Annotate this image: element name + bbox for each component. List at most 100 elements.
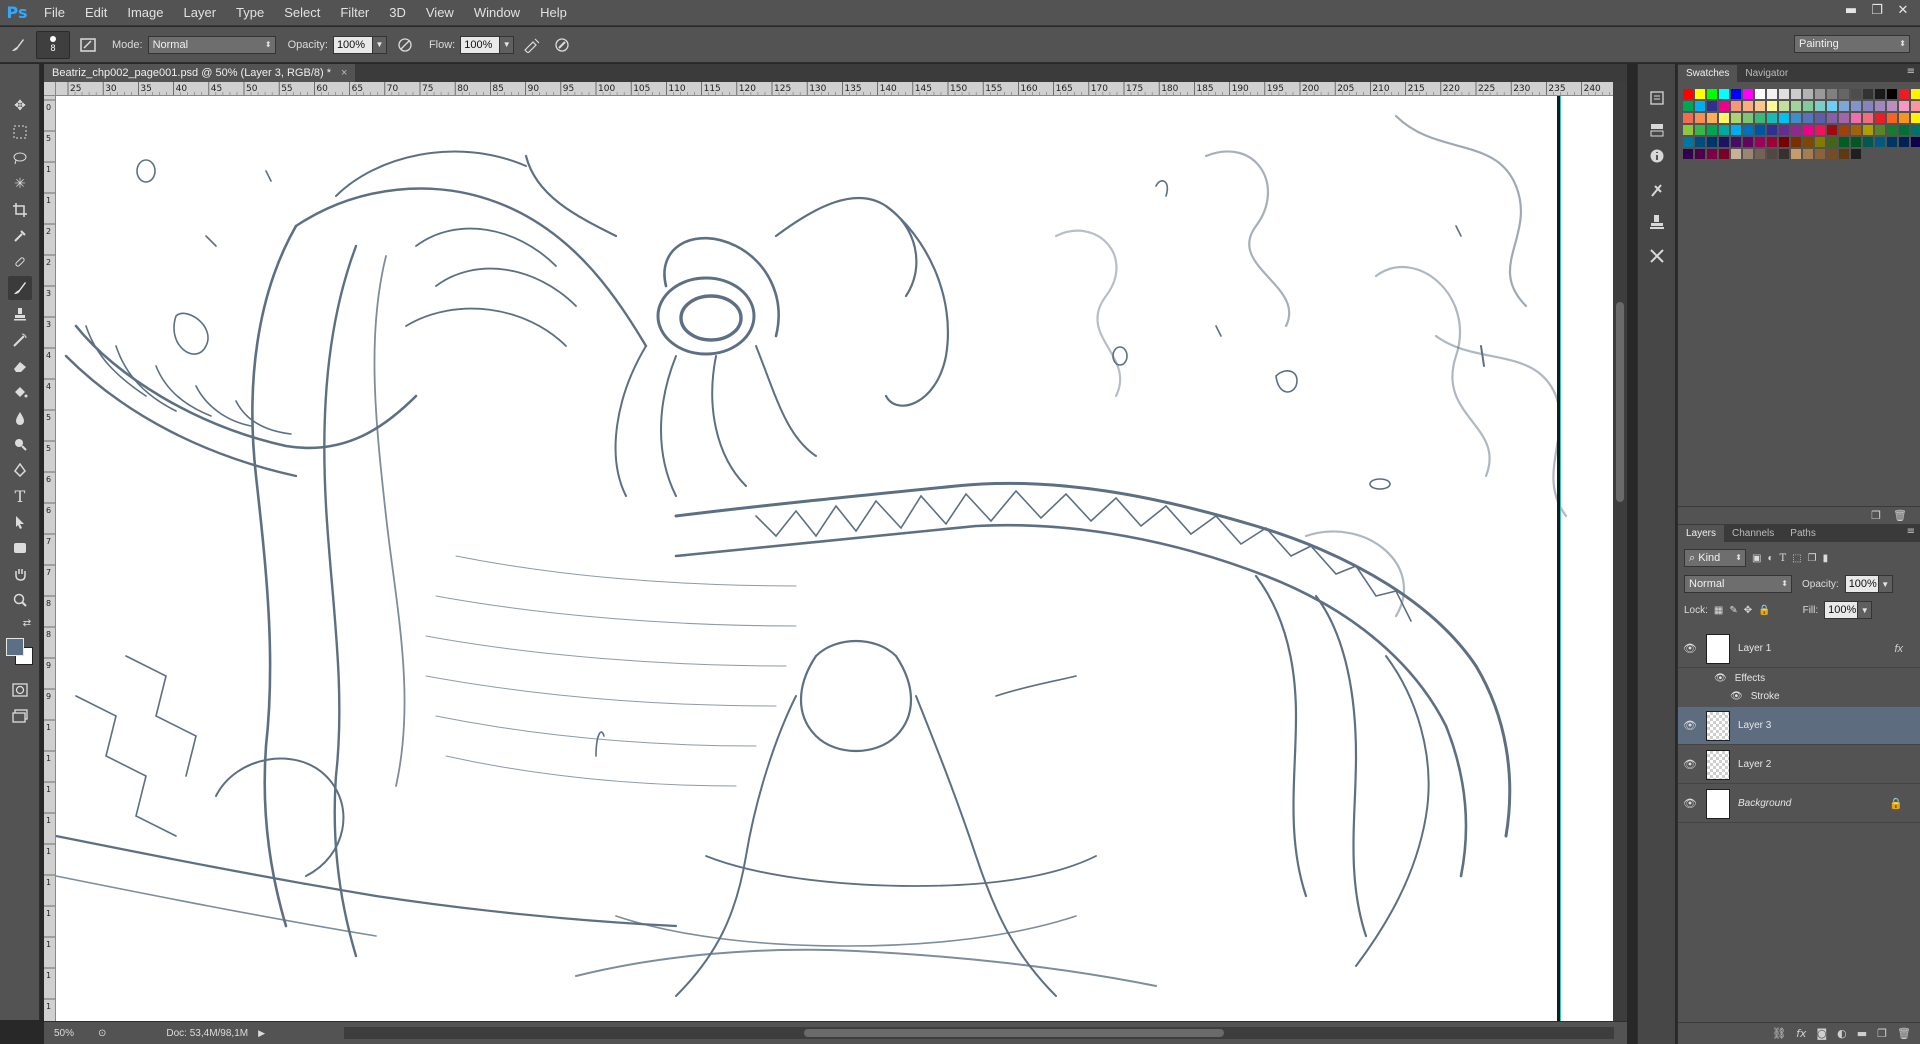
color-swatch[interactable]: [1719, 89, 1729, 99]
color-swatch[interactable]: [1803, 125, 1813, 135]
color-swatch[interactable]: [1803, 149, 1813, 159]
vertical-scroll-thumb[interactable]: [1616, 302, 1624, 502]
color-swatch[interactable]: [1899, 125, 1909, 135]
delete-layer-icon[interactable]: 🗑: [1897, 1027, 1911, 1040]
lock-all-icon[interactable]: 🔒: [1758, 605, 1770, 616]
color-swatch[interactable]: [1899, 101, 1909, 111]
horizontal-scroll-thumb[interactable]: [804, 1029, 1224, 1037]
clone-stamp-tool-icon[interactable]: [8, 302, 32, 326]
new-group-icon[interactable]: ▬: [1857, 1027, 1867, 1040]
color-swatch[interactable]: [1899, 137, 1909, 147]
color-swatch[interactable]: [1707, 101, 1717, 111]
delete-swatch-icon[interactable]: 🗑: [1893, 509, 1907, 522]
path-selection-tool-icon[interactable]: [8, 510, 32, 534]
brush-size-picker[interactable]: 8: [36, 30, 70, 59]
layer-fill-input[interactable]: 100%: [1824, 601, 1859, 619]
menu-layer[interactable]: Layer: [174, 0, 227, 26]
color-swatch[interactable]: [1743, 125, 1753, 135]
layer-filter-kind-select[interactable]: ⌕ Kind ⬍: [1684, 549, 1746, 567]
crop-tool-icon[interactable]: [8, 198, 32, 222]
color-swatch[interactable]: [1803, 101, 1813, 111]
color-swatch[interactable]: [1827, 125, 1837, 135]
eye-visibility-icon[interactable]: 👁: [1678, 797, 1702, 810]
color-swatch[interactable]: [1815, 113, 1825, 123]
eye-visibility-icon[interactable]: 👁: [1678, 758, 1702, 771]
color-swatch[interactable]: [1767, 149, 1777, 159]
color-swatch[interactable]: [1875, 89, 1885, 99]
lock-position-icon[interactable]: ✥: [1744, 605, 1752, 616]
color-swatch[interactable]: [1839, 101, 1849, 111]
workspace-select[interactable]: Painting ⬍: [1794, 35, 1910, 53]
panel-menu-icon[interactable]: ≡: [1907, 66, 1915, 77]
color-swatch[interactable]: [1863, 125, 1873, 135]
filter-smart-object-icon[interactable]: ❐: [1808, 553, 1817, 564]
color-swatch[interactable]: [1731, 125, 1741, 135]
dodge-tool-icon[interactable]: [8, 432, 32, 456]
color-swatch[interactable]: [1731, 149, 1741, 159]
color-swatch[interactable]: [1839, 113, 1849, 123]
color-swatch[interactable]: [1695, 137, 1705, 147]
color-swatch[interactable]: [1839, 125, 1849, 135]
tab-channels[interactable]: Channels: [1724, 525, 1782, 542]
color-swatch[interactable]: [1731, 101, 1741, 111]
color-swatch[interactable]: [1791, 101, 1801, 111]
color-swatch[interactable]: [1851, 125, 1861, 135]
color-swatch[interactable]: [1731, 113, 1741, 123]
color-swatch[interactable]: [1743, 149, 1753, 159]
healing-brush-tool-icon[interactable]: [8, 250, 32, 274]
pen-tool-icon[interactable]: [8, 458, 32, 482]
layer-opacity-dropdown-icon[interactable]: ▼: [1878, 575, 1893, 593]
pressure-size-icon[interactable]: [550, 33, 574, 57]
color-swatch[interactable]: [1731, 89, 1741, 99]
brush-tool-icon[interactable]: [8, 276, 32, 300]
color-swatch[interactable]: [1683, 113, 1693, 123]
paint-bucket-tool-icon[interactable]: [8, 380, 32, 404]
stroke-effect-row[interactable]: 👁 Stroke: [1678, 687, 1920, 705]
opacity-dropdown-icon[interactable]: ▼: [372, 35, 387, 54]
flow-input[interactable]: 100%: [460, 35, 501, 54]
color-swatch[interactable]: [1875, 137, 1885, 147]
color-swatch[interactable]: [1755, 101, 1765, 111]
color-swatch[interactable]: [1743, 137, 1753, 147]
color-swatch[interactable]: [1707, 89, 1717, 99]
color-swatch[interactable]: [1815, 137, 1825, 147]
color-swatch[interactable]: [1887, 125, 1897, 135]
lock-transparency-icon[interactable]: ▦: [1714, 605, 1723, 616]
color-swatch[interactable]: [1899, 113, 1909, 123]
color-swatch[interactable]: [1887, 113, 1897, 123]
panel-menu-icon[interactable]: ≡: [1907, 526, 1915, 537]
color-swatch[interactable]: [1851, 89, 1861, 99]
color-swatch[interactable]: [1683, 101, 1693, 111]
document-tab[interactable]: Beatriz_chp002_page001.psd @ 50% (Layer …: [44, 64, 356, 82]
menu-window[interactable]: Window: [464, 0, 530, 26]
adjustments-panel-icon[interactable]: [1645, 118, 1669, 142]
menu-file[interactable]: File: [34, 0, 75, 26]
color-swatch[interactable]: [1743, 113, 1753, 123]
color-swatch[interactable]: [1911, 137, 1920, 147]
eraser-tool-icon[interactable]: [8, 354, 32, 378]
filter-toggle-icon[interactable]: ▮: [1823, 553, 1829, 564]
layer-row-layer-1[interactable]: 👁 Layer 1 fx: [1678, 630, 1920, 668]
zoom-tool-icon[interactable]: [8, 588, 32, 612]
color-swatch[interactable]: [1815, 101, 1825, 111]
mode-select[interactable]: Normal ⬍: [147, 35, 276, 54]
color-swatch[interactable]: [1683, 137, 1693, 147]
color-swatch[interactable]: [1767, 89, 1777, 99]
new-layer-icon[interactable]: ❐: [1877, 1027, 1887, 1040]
color-swatch[interactable]: [1803, 89, 1813, 99]
eye-visibility-icon[interactable]: 👁: [1678, 642, 1702, 655]
eye-visibility-icon[interactable]: 👁: [1730, 691, 1743, 702]
fx-icon[interactable]: fx: [1894, 643, 1903, 655]
color-swatch[interactable]: [1791, 149, 1801, 159]
color-swatch[interactable]: [1911, 113, 1920, 123]
blur-tool-icon[interactable]: [8, 406, 32, 430]
color-swatch[interactable]: [1719, 137, 1729, 147]
color-swatch[interactable]: [1851, 101, 1861, 111]
new-swatch-icon[interactable]: ❐: [1871, 509, 1881, 522]
color-swatch[interactable]: [1815, 125, 1825, 135]
status-info-icon[interactable]: ⊙: [98, 1028, 106, 1039]
color-swatch[interactable]: [1887, 89, 1897, 99]
type-tool-icon[interactable]: T: [8, 484, 32, 508]
color-swatch[interactable]: [1791, 125, 1801, 135]
layer-effects-row[interactable]: 👁 Effects: [1678, 669, 1920, 687]
